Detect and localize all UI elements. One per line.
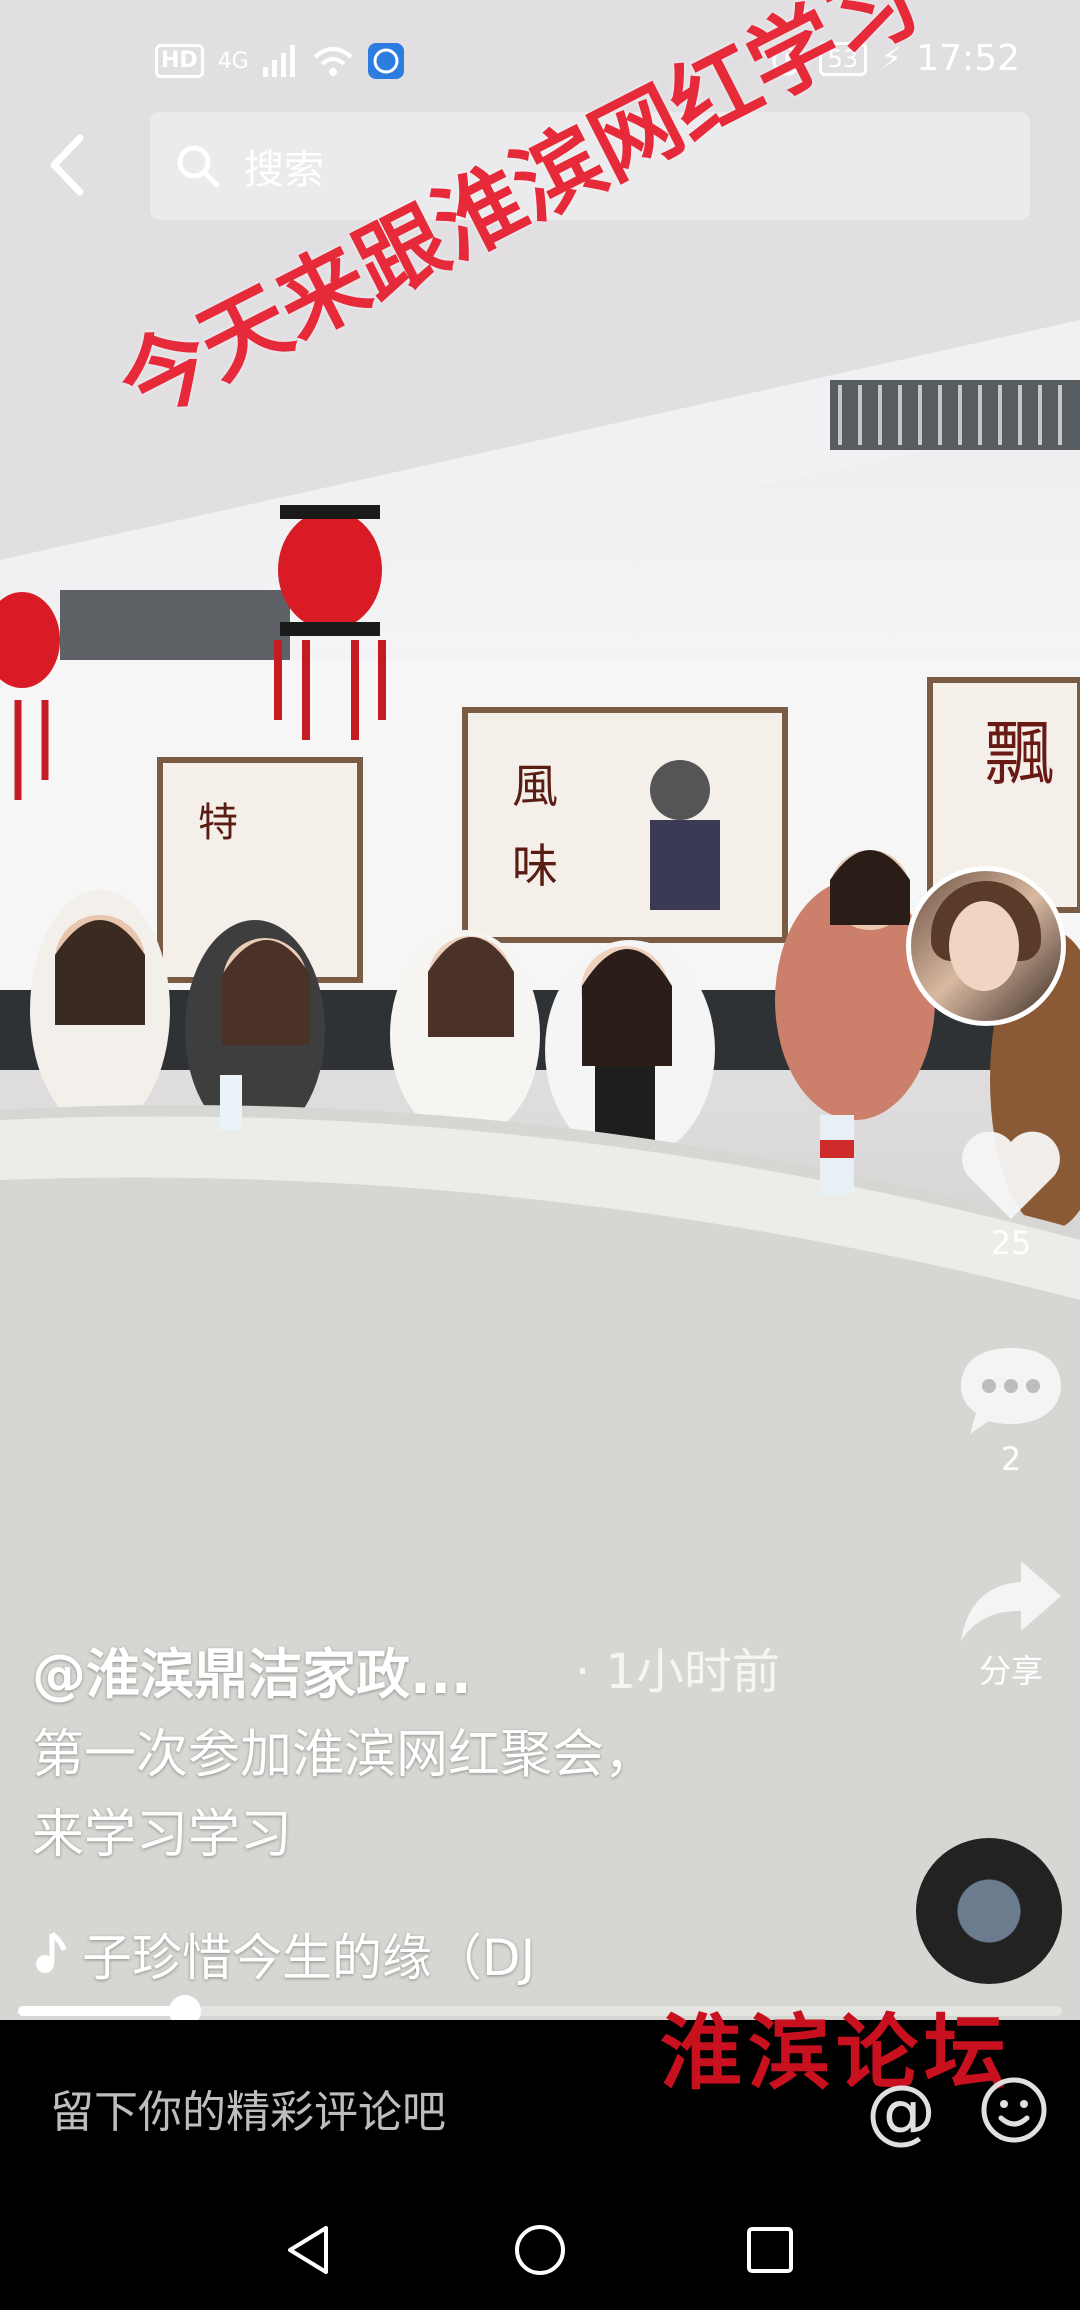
like-button[interactable]: 25 (936, 1124, 1080, 1262)
painting-text-piao: 飄 (985, 713, 1055, 795)
hd-badge: HD (155, 44, 204, 78)
post-time: · 1小时前 (575, 1644, 781, 1700)
forum-watermark: 淮滨论坛 (660, 2005, 1013, 2101)
music-disc[interactable] (916, 1838, 1062, 1984)
search-icon (177, 145, 220, 188)
heart-icon (962, 1131, 1060, 1219)
app-notification-icon (367, 43, 404, 79)
nav-back-icon[interactable] (282, 2222, 338, 2278)
nav-recents-icon[interactable] (742, 2222, 798, 2278)
music-note-icon (36, 1932, 67, 1973)
share-button[interactable]: 分享 (936, 1556, 1080, 1692)
comment-bar: 留下你的精彩评论吧 淮滨论坛 @ (0, 2005, 1080, 2190)
share-arrow-icon (961, 1561, 1061, 1641)
description-line-1: 第一次参加淮滨网红聚会， (32, 1725, 657, 1785)
like-count: 25 (990, 1224, 1032, 1262)
post-description: 第一次参加淮滨网红聚会， 来学习学习 (32, 1715, 656, 1875)
status-left: HD 4G (155, 42, 405, 80)
back-arrow-icon (50, 134, 84, 196)
comment-input[interactable]: 留下你的精彩评论吧 (50, 2076, 446, 2140)
progress-fill (18, 2006, 186, 2016)
painting-text-feng: 風 (512, 759, 558, 813)
painting-text-te: 特 (198, 800, 238, 846)
progress-handle[interactable] (169, 1995, 202, 2020)
music-title: 子珍惜今生的缘（DJ (82, 1929, 536, 1987)
author-name[interactable]: @淮滨鼎洁家政... (32, 1630, 472, 1709)
share-label: 分享 (978, 1652, 1043, 1690)
search-placeholder: 搜索 (244, 147, 324, 193)
nav-home-icon[interactable] (512, 2222, 568, 2278)
comment-button[interactable]: 2 (936, 1340, 1080, 1478)
description-line-2: 来学习学习 (32, 1805, 293, 1865)
comment-bubble-icon (961, 1348, 1061, 1434)
comment-count: 2 (1000, 1440, 1022, 1478)
signal-icon (262, 45, 295, 77)
back-button[interactable] (40, 130, 100, 200)
wifi-icon (313, 47, 353, 76)
painting-text-wei: 味 (512, 839, 558, 893)
system-nav-bar (0, 2190, 1080, 2310)
music-info[interactable]: 子珍惜今生的缘（DJ (32, 1918, 535, 1990)
video-player[interactable]: HD 4G 53 ⚡ 17:52 搜索 今天来跟淮滨网红学习 風 味 特 飄 2… (0, 0, 1080, 2020)
author-avatar[interactable] (906, 866, 1066, 1026)
network-type: 4G (217, 48, 249, 74)
mention-button[interactable]: @ (866, 2070, 936, 2152)
emoji-icon[interactable] (980, 2076, 1048, 2144)
